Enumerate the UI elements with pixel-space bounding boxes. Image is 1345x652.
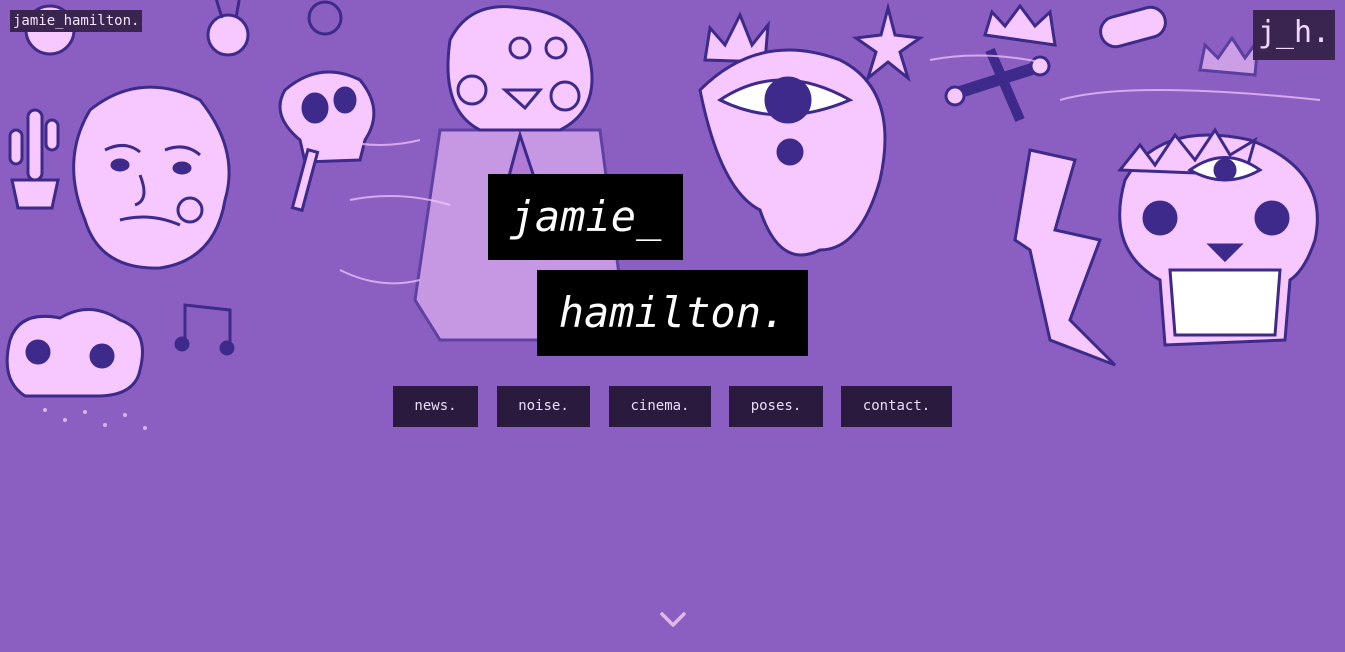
nav-poses-button[interactable]: poses. — [729, 386, 823, 427]
hero-title-line-2: hamilton. — [537, 270, 808, 356]
cactus-doodle — [8, 108, 60, 210]
nav-news-button[interactable]: news. — [393, 386, 478, 427]
crying-cloud-doodle — [5, 308, 144, 398]
chevron-down-icon[interactable] — [659, 609, 687, 631]
nav-noise-button[interactable]: noise. — [497, 386, 590, 427]
crowned-skull-doodle — [1116, 127, 1319, 347]
nav-cinema-button[interactable]: cinema. — [609, 386, 711, 427]
skull-cigarette-doodle — [278, 70, 376, 213]
old-man-face-doodle — [72, 85, 231, 270]
logo-monogram[interactable]: j_h. — [1253, 10, 1335, 60]
hero-title-line-1: jamie_ — [488, 174, 683, 260]
site-name-tag[interactable]: jamie_hamilton. — [10, 10, 143, 32]
eye-ghost-doodle — [698, 48, 887, 257]
lightning-doodle — [1013, 148, 1117, 367]
nav-contact-button[interactable]: contact. — [841, 386, 952, 427]
